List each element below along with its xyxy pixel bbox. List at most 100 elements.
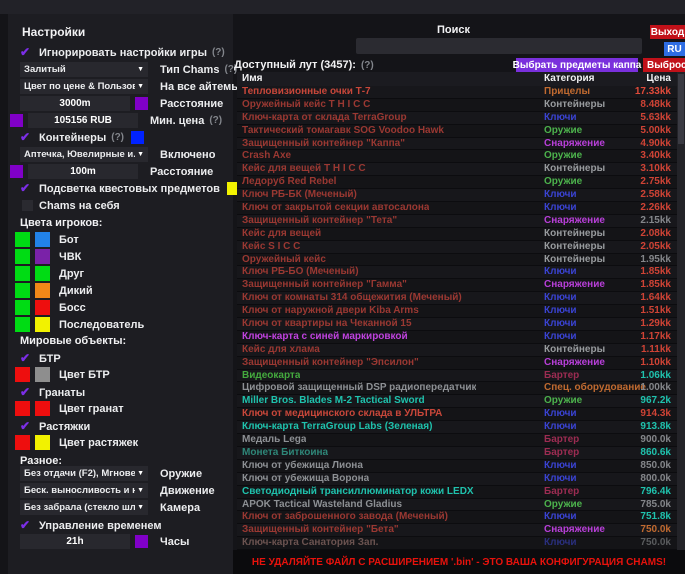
table-row[interactable]: Ключ-карта TerraGroup Labs (Зеленая)Ключ… xyxy=(237,421,677,434)
color-swatch[interactable] xyxy=(15,401,30,416)
table-row[interactable]: Ключ-карта с синей маркировкойКлючи1.17k… xyxy=(237,331,677,344)
min-price-row: 105156 RUB Мин. цена (?) xyxy=(10,113,222,128)
hours-input[interactable]: 21h xyxy=(20,534,130,549)
table-row[interactable]: Crash AxeОружие3.40kk xyxy=(237,150,677,163)
table-row[interactable]: Монета БиткоинаБартер860.6k xyxy=(237,447,677,460)
time-control-checkbox[interactable]: ✔ Управление временем xyxy=(20,518,162,533)
ignore-game-settings-checkbox[interactable]: ✔ Игнорировать настройки игры (?) xyxy=(20,45,225,60)
item-price: 850.0k xyxy=(640,460,671,472)
chams-type-dropdown[interactable]: Залитый ▼ xyxy=(20,62,148,77)
color-swatch[interactable] xyxy=(15,249,30,264)
distance-color-swatch[interactable] xyxy=(135,97,148,110)
table-row[interactable]: Защищенный контейнер "Каппа"Снаряжение4.… xyxy=(237,138,677,151)
player-color-row: Дикий xyxy=(15,283,144,298)
btr-checkbox[interactable]: ✔ БТР xyxy=(20,351,61,366)
table-row[interactable]: Кейс для вещей Т Н I С СКонтейнеры3.10kk xyxy=(237,163,677,176)
loot-title-text: Доступный лут (3457): xyxy=(234,59,356,71)
table-row[interactable]: Кейс S I C CКонтейнеры2.05kk xyxy=(237,241,677,254)
scrollbar[interactable] xyxy=(677,72,685,550)
color-swatch[interactable] xyxy=(35,266,50,281)
table-row[interactable]: Медаль LegaБартер900.0k xyxy=(237,434,677,447)
table-row[interactable]: Ключ от закрытой секции автосалонаКлючи2… xyxy=(237,202,677,215)
table-row[interactable]: Ключ от наружной двери Kiba ArmsКлючи1.5… xyxy=(237,305,677,318)
all-items-dropdown[interactable]: Цвет по цене & Пользователь ▼ xyxy=(20,79,148,94)
table-row[interactable]: Защищенный контейнер "Гамма"Снаряжение1.… xyxy=(237,279,677,292)
player-colors-title: Цвета игроков: xyxy=(20,217,102,229)
containers-filter-dropdown[interactable]: Аптечка, Ювелирные и... ▼ xyxy=(20,147,148,162)
table-row[interactable]: Ключ от убежища ВоронаКлючи800.0k xyxy=(237,473,677,486)
column-header-price[interactable]: Цена xyxy=(646,72,671,86)
table-row[interactable]: Цифровой защищенный DSP радиопередатчикС… xyxy=(237,382,677,395)
table-row[interactable]: Ключ от медицинского склада в УЛЬТРАКлюч… xyxy=(237,408,677,421)
item-category: Бартер xyxy=(544,370,579,382)
grenades-checkbox[interactable]: ✔ Гранаты xyxy=(20,385,85,400)
color-swatch[interactable] xyxy=(15,367,30,382)
table-row[interactable]: Ключ-карта Санатория Зап.Ключи750.0k xyxy=(237,537,677,550)
table-row[interactable]: APOK Tactical Wasteland GladiusОружие785… xyxy=(237,499,677,512)
table-row[interactable]: Тактический томагавк SOG Voodoo HawkОруж… xyxy=(237,125,677,138)
min-price-color-swatch[interactable] xyxy=(10,114,23,127)
tripwires-checkbox[interactable]: ✔ Растяжки xyxy=(20,419,90,434)
dropdown-value: Аптечка, Ювелирные и... xyxy=(24,149,135,160)
table-row[interactable]: Тепловизионные очки Т-7Прицелы17.33kk xyxy=(237,86,677,99)
table-row[interactable]: Ключ от убежища ЛионаКлючи850.0k xyxy=(237,460,677,473)
color-swatch[interactable] xyxy=(35,283,50,298)
table-row[interactable]: Светодиодный трансиллюминатор кожи LEDXБ… xyxy=(237,486,677,499)
select-kappa-items-button[interactable]: Выбрать предметы каппа xyxy=(516,58,638,73)
language-button[interactable]: RU xyxy=(664,42,685,56)
distance-input[interactable]: 3000m xyxy=(20,96,130,111)
search-input[interactable] xyxy=(356,38,642,54)
item-category: Снаряжение xyxy=(544,279,605,291)
table-row[interactable]: Оружейный кейсКонтейнеры1.95kk xyxy=(237,254,677,267)
color-swatch[interactable] xyxy=(15,300,30,315)
color-swatch[interactable] xyxy=(15,283,30,298)
table-row[interactable]: Ключ РБ-БК (Меченый)Ключи2.58kk xyxy=(237,189,677,202)
color-swatch[interactable] xyxy=(15,232,30,247)
item-name: Ключ-карта с синей маркировкой xyxy=(242,331,408,343)
table-row[interactable]: Защищенный контейнер "Эпсилон"Снаряжение… xyxy=(237,357,677,370)
table-row[interactable]: Ледоруб Red RebelОружие2.75kk xyxy=(237,176,677,189)
color-swatch[interactable] xyxy=(15,317,30,332)
containers-distance-input[interactable]: 100m xyxy=(28,164,138,179)
item-name: Ключ от квартиры на Чеканной 15 xyxy=(242,318,412,330)
table-row[interactable]: Ключ РБ-БО (Меченый)Ключи1.85kk xyxy=(237,266,677,279)
item-price: 913.8k xyxy=(640,421,671,433)
table-row[interactable]: Ключ от комнаты 314 общежития (Меченый)К… xyxy=(237,292,677,305)
containers-distance-color-swatch[interactable] xyxy=(10,165,23,178)
table-row[interactable]: Кейс для вещейКонтейнеры2.08kk xyxy=(237,228,677,241)
table-row[interactable]: ВидеокартаБартер1.06kk xyxy=(237,370,677,383)
color-swatch[interactable] xyxy=(35,249,50,264)
table-row[interactable]: Ключ-карта от склада TerraGroupКлючи5.63… xyxy=(237,112,677,125)
table-row[interactable]: Miller Bros. Blades M-2 Tactical SwordОр… xyxy=(237,395,677,408)
exit-button[interactable]: Выход xyxy=(650,25,685,39)
table-row[interactable]: Защищенный контейнер "Тета"Снаряжение2.1… xyxy=(237,215,677,228)
min-price-input[interactable]: 105156 RUB xyxy=(28,113,138,128)
color-swatch[interactable] xyxy=(35,300,50,315)
hours-color-swatch[interactable] xyxy=(135,535,148,548)
scrollbar-thumb[interactable] xyxy=(678,74,684,144)
color-swatch[interactable] xyxy=(35,367,50,382)
containers-color-swatch[interactable] xyxy=(131,131,144,144)
quest-highlight-checkbox[interactable]: ✔ Подсветка квестовых предметов xyxy=(20,181,240,196)
weapon-dropdown[interactable]: Без отдачи (F2), Мгновенное п ▼ xyxy=(20,466,148,481)
discard-all-button[interactable]: Выбросить все xyxy=(643,58,685,73)
chams-self-checkbox[interactable]: Chams на себя xyxy=(20,198,120,213)
color-swatch[interactable] xyxy=(35,232,50,247)
color-swatch[interactable] xyxy=(35,435,50,450)
table-row[interactable]: Защищенный контейнер "Бета"Снаряжение750… xyxy=(237,524,677,537)
color-swatch[interactable] xyxy=(15,266,30,281)
table-row[interactable]: Кейс для хламаКонтейнеры1.11kk xyxy=(237,344,677,357)
item-name: Защищенный контейнер "Бета" xyxy=(242,524,399,536)
table-row[interactable]: Оружейный кейс Т Н I С СКонтейнеры8.48kk xyxy=(237,99,677,112)
table-row[interactable]: Ключ от квартиры на Чеканной 15Ключи1.29… xyxy=(237,318,677,331)
color-swatch[interactable] xyxy=(35,401,50,416)
color-swatch[interactable] xyxy=(35,317,50,332)
table-row[interactable]: Ключ от заброшенного завода (Меченый)Клю… xyxy=(237,511,677,524)
camera-dropdown[interactable]: Без забрала (стекло шлема) ▼ xyxy=(20,500,148,515)
containers-checkbox[interactable]: ✔ Контейнеры (?) xyxy=(20,130,144,145)
color-swatch[interactable] xyxy=(15,435,30,450)
movement-dropdown[interactable]: Беск. выносливость и нет устал ▼ xyxy=(20,483,148,498)
column-header-category[interactable]: Категория xyxy=(544,72,594,86)
item-category: Контейнеры xyxy=(544,254,605,266)
column-header-name[interactable]: Имя xyxy=(242,72,262,86)
